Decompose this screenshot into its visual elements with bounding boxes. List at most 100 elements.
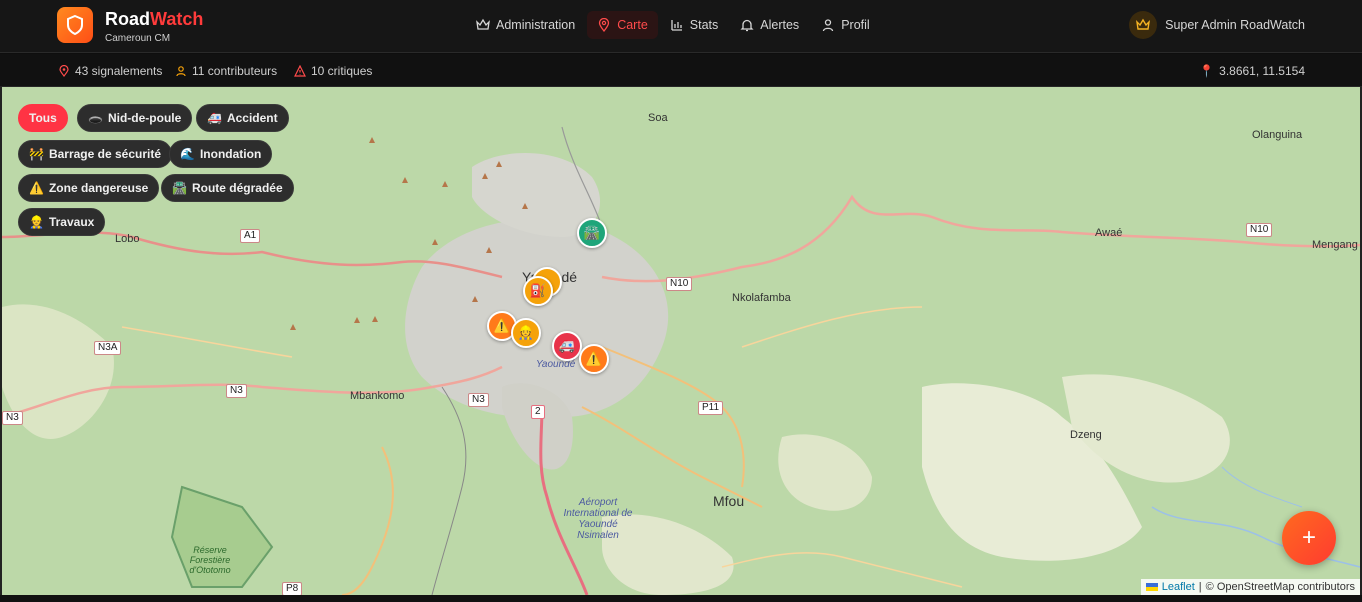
warning-icon: ⚠️ [493, 318, 511, 333]
road-shield-a1: A1 [240, 229, 261, 243]
leaflet-link[interactable]: Leaflet [1162, 581, 1195, 593]
filter-inondation[interactable]: 🌊 Inondation [169, 140, 273, 168]
pothole-icon: 🕳️ [88, 111, 103, 125]
road-shield-2: 2 [531, 405, 545, 419]
nav-stats[interactable]: Stats [660, 11, 729, 39]
road-icon: 🛣️ [583, 225, 601, 240]
chip-label: Zone dangereuse [48, 181, 149, 195]
map-attribution: Leaflet | © OpenStreetMap contributors [1140, 579, 1360, 595]
barrier-icon: ⛽ [529, 283, 547, 298]
stat-contributors: 11 contributeurs [175, 64, 277, 78]
ambulance-icon: 🚑 [207, 111, 222, 125]
worker-icon: 👷 [29, 215, 44, 229]
chip-label: Nid-de-poule [107, 111, 182, 125]
user-menu[interactable]: Super Admin RoadWatch [1129, 11, 1305, 39]
nav-label: Administration [496, 18, 576, 32]
stat-label: 11 contributeurs [192, 64, 278, 78]
filter-accident[interactable]: 🚑 Accident [196, 104, 289, 132]
filter-nid-de-poule[interactable]: 🕳️ Nid-de-poule [77, 104, 193, 132]
road-icon: 🛣️ [172, 181, 187, 195]
ukraine-flag-icon [1145, 583, 1158, 591]
ambulance-icon: 🚑 [558, 338, 576, 353]
crown-avatar-icon [1129, 11, 1158, 39]
map-label-olanguina: Olanguina [1252, 129, 1303, 141]
stat-label: 43 signalements [75, 64, 163, 78]
stats-bar: 43 signalements 11 contributeurs 10 crit… [0, 54, 1362, 87]
main-nav: Administration Carte Stats Alertes Profi… [466, 11, 880, 39]
warning-icon: ⚠️ [585, 351, 603, 366]
user-icon [823, 19, 834, 32]
nav-administration[interactable]: Administration [466, 11, 585, 39]
stat-coords: 📍 3.8661, 11.5154 [1199, 64, 1305, 78]
nav-alertes[interactable]: Alertes [730, 11, 809, 39]
road-shield-n3a: N3A [94, 341, 122, 355]
map-label-awae: Awaé [1095, 227, 1123, 239]
road-shield-n10: N10 [666, 277, 693, 291]
road-shield-n10-east: N10 [1246, 223, 1273, 237]
warning-icon: ⚠️ [29, 181, 44, 195]
top-navbar: RoadWatch Cameroun CM Administration Car… [0, 0, 1362, 53]
user-name: Super Admin RoadWatch [1165, 18, 1305, 32]
road-shield-n3-west: N3 [2, 411, 23, 425]
warning-icon [294, 65, 306, 77]
map-label-lobo: Lobo [115, 233, 140, 245]
stat-reports: 43 signalements [58, 64, 162, 78]
map-label-nkolafamba: Nkolafamba [732, 292, 791, 304]
marker-roadblock[interactable]: ⛽ [523, 276, 553, 306]
barrier-icon: 🚧 [29, 147, 44, 161]
road-shield-p8: P8 [282, 582, 303, 595]
app-title: RoadWatch [105, 9, 203, 30]
map-pin-icon [599, 18, 610, 32]
wave-icon: 🌊 [180, 147, 195, 161]
map-label-mfou: Mfou [713, 493, 745, 509]
stat-critical: 10 critiques [294, 64, 372, 78]
map-label-mbankomo: Mbankomo [350, 390, 405, 402]
osm-attribution[interactable]: © OpenStreetMap contributors [1206, 581, 1355, 593]
map-pin-icon [59, 65, 69, 77]
brand-accent: Watch [150, 9, 204, 29]
chip-label: Inondation [199, 147, 262, 161]
bottom-border [0, 595, 1362, 602]
road-shield-n3-south: N3 [468, 393, 489, 407]
chip-label: Travaux [48, 215, 95, 229]
filter-travaux[interactable]: 👷 Travaux [18, 208, 106, 236]
map-view[interactable]: Soa Olanguina Lobo Awaé Mengang Yaoundé … [2, 87, 1360, 595]
worker-icon: 👷 [517, 325, 535, 340]
marker-danger-zone-2[interactable]: ⚠️ [579, 344, 609, 374]
user-icon [176, 66, 186, 77]
chip-label: Barrage de sécurité [48, 147, 162, 161]
shield-logo-icon[interactable] [57, 7, 93, 43]
brand-main: Road [105, 9, 150, 29]
add-report-button[interactable]: + [1282, 511, 1336, 565]
bar-chart-icon [671, 20, 682, 31]
filter-zone-dangereuse[interactable]: ⚠️ Zone dangereuse [18, 174, 160, 202]
stat-label: 10 critiques [311, 64, 373, 78]
road-shield-p11: P11 [698, 401, 724, 415]
nav-label: Profil [841, 18, 870, 32]
bell-icon [740, 19, 754, 32]
nav-label: Alertes [760, 18, 800, 32]
chip-label: Accident [226, 111, 278, 125]
filter-tous[interactable]: Tous [18, 104, 68, 132]
map-label-soa: Soa [648, 112, 668, 124]
marker-road-degraded[interactable]: 🛣️ [577, 218, 607, 248]
marker-accident[interactable]: 🚑 [552, 331, 582, 361]
filter-barrage[interactable]: 🚧 Barrage de sécurité [18, 140, 173, 168]
filter-route-degradee[interactable]: 🛣️ Route dégradée [161, 174, 294, 202]
pin-icon: 📍 [1199, 64, 1215, 78]
map-label-reserve: Réserve Forestière d'Ototomo [189, 545, 231, 575]
map-label-mengang: Mengang [1312, 239, 1358, 251]
road-shield-n3: N3 [226, 384, 247, 398]
nav-label: Stats [689, 18, 719, 32]
app-subtitle: Cameroun CM [105, 33, 171, 44]
nav-carte[interactable]: Carte [587, 11, 658, 39]
nav-profil[interactable]: Profil [811, 11, 879, 39]
marker-workers[interactable]: 👷 [511, 318, 541, 348]
map-label-dzeng: Dzeng [1070, 429, 1102, 441]
chip-label: Route dégradée [191, 181, 283, 195]
map-label-airport: Aéroport International de Yaoundé Nsimal… [563, 497, 633, 541]
coords-value: 3.8661, 11.5154 [1219, 64, 1305, 78]
crown-icon [476, 18, 490, 30]
attribution-separator: | [1198, 581, 1202, 593]
chip-label: Tous [29, 111, 57, 125]
